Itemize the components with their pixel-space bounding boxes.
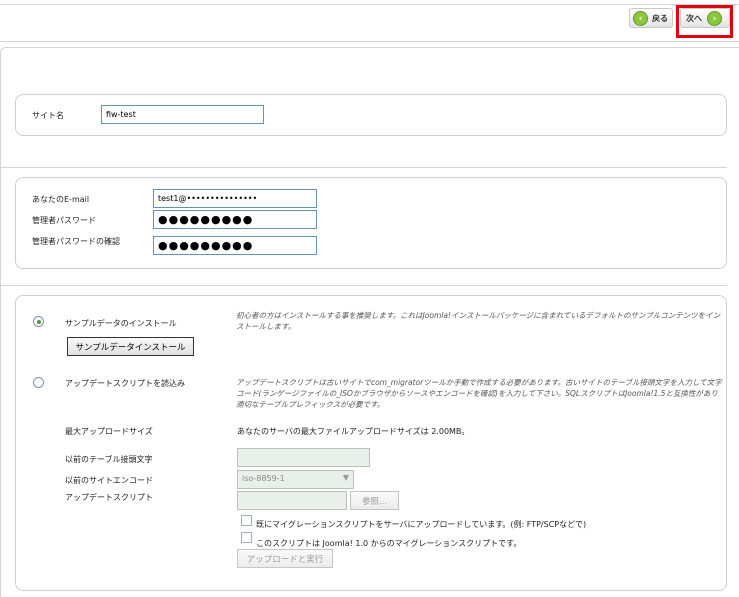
max-upload-label: 最大アップロードサイズ bbox=[65, 427, 153, 436]
password-input[interactable]: ●●●●●●●●● bbox=[153, 210, 317, 229]
divider bbox=[0, 285, 727, 286]
email-label: あなたのE-mail bbox=[32, 195, 90, 204]
password-confirm-label: 管理者パスワードの確認 bbox=[32, 237, 120, 246]
upload-execute-button[interactable]: アップロードと実行 bbox=[237, 549, 333, 568]
arrow-left-icon: ‹ bbox=[633, 10, 648, 26]
install-sample-note: 初心者の方はインストールする事を推奨します。これはJoomla!インストールパッ… bbox=[236, 311, 721, 331]
next-button-highlight bbox=[676, 5, 733, 38]
old-encoding-select[interactable]: iso-8859-1 ▼ bbox=[237, 470, 354, 489]
already-uploaded-checkbox[interactable] bbox=[241, 515, 252, 526]
max-upload-value: あなたのサーバの最大ファイルアップロードサイズは 2.00MB。 bbox=[237, 427, 470, 436]
install-sample-label: サンプルデータのインストール bbox=[65, 319, 177, 328]
install-sample-radio[interactable] bbox=[33, 316, 44, 327]
migrate-radio[interactable] bbox=[33, 377, 44, 388]
old-prefix-input[interactable] bbox=[237, 448, 370, 467]
site-name-label: サイト名 bbox=[32, 111, 64, 120]
old-encoding-value: iso-8859-1 bbox=[242, 474, 285, 483]
divider bbox=[0, 167, 727, 168]
browse-button[interactable]: 参照... bbox=[350, 491, 399, 510]
update-script-file-input[interactable] bbox=[237, 491, 347, 510]
migrate-note: アップデートスクリプトは古いサイトでcom_migratorツールか手動で作成す… bbox=[236, 378, 722, 409]
old-encoding-label: 以前のサイトエンコード bbox=[65, 476, 153, 485]
back-button-label: 戻る bbox=[652, 13, 668, 23]
password-confirm-input[interactable]: ●●●●●●●●● bbox=[153, 236, 317, 255]
admin-fieldset bbox=[15, 177, 727, 269]
update-script-label: アップデートスクリプト bbox=[65, 493, 153, 502]
joomla10-script-checkbox[interactable] bbox=[241, 532, 252, 543]
password-label: 管理者パスワード bbox=[32, 216, 96, 225]
chevron-down-icon: ▼ bbox=[342, 473, 349, 482]
site-name-input[interactable] bbox=[101, 105, 264, 124]
old-prefix-label: 以前のテーブル接頭文字 bbox=[65, 455, 153, 464]
already-uploaded-label: 既にマイグレーションスクリプトをサーバにアップロードしています。(例: FTP/… bbox=[256, 520, 587, 529]
migrate-label: アップデートスクリプトを読込み bbox=[65, 379, 185, 388]
radio-selected-dot bbox=[37, 320, 41, 324]
email-input[interactable] bbox=[153, 189, 317, 208]
joomla10-script-label: このスクリプトは Joomla! 1.0 からのマイグレーションスクリプトです。 bbox=[256, 539, 522, 548]
back-button[interactable]: ‹ 戻る bbox=[629, 8, 673, 28]
install-sample-button[interactable]: サンプルデータインストール bbox=[67, 337, 194, 356]
